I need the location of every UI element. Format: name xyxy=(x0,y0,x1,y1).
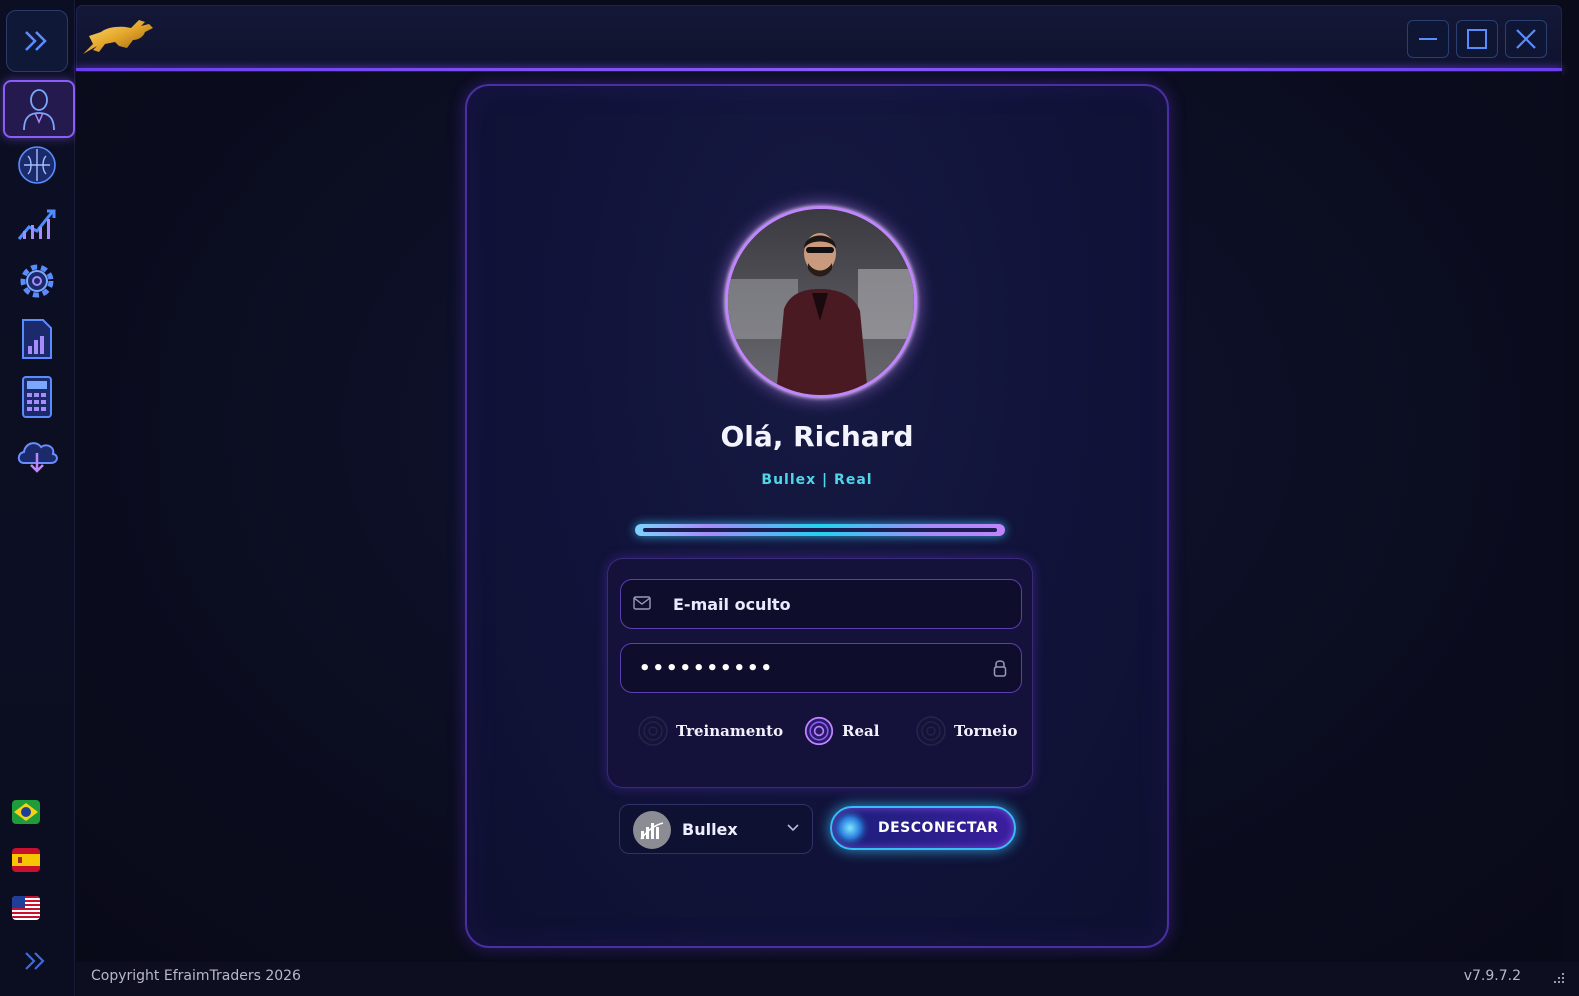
report-icon xyxy=(22,319,52,359)
sidebar-item-trading[interactable] xyxy=(3,196,71,250)
radio-unselected-icon xyxy=(916,716,946,746)
broker-dropdown[interactable]: Bullex xyxy=(619,804,813,854)
disconnect-button[interactable]: DESCONECTAR xyxy=(830,806,1016,850)
sidebar-item-cloud[interactable] xyxy=(3,428,71,482)
mail-icon xyxy=(633,596,651,610)
broker-icon xyxy=(640,822,664,840)
maximize-button[interactable] xyxy=(1456,20,1498,58)
trending-chart-icon xyxy=(17,209,56,240)
sidebar xyxy=(0,0,75,996)
sidebar-item-profile[interactable] xyxy=(3,80,75,138)
spain-flag-icon xyxy=(12,848,40,872)
sidebar-item-settings[interactable] xyxy=(3,254,71,308)
minimize-icon xyxy=(1419,38,1437,40)
language-english[interactable] xyxy=(12,896,40,920)
brazil-flag-icon xyxy=(12,800,40,824)
bull-logo-icon xyxy=(83,20,153,54)
sidebar-item-calculator[interactable] xyxy=(3,370,71,424)
progress-bar xyxy=(635,524,1005,536)
email-value: E-mail oculto xyxy=(673,594,791,614)
email-field[interactable]: E-mail oculto xyxy=(620,579,1022,629)
gear-icon xyxy=(20,264,54,298)
chevron-down-icon xyxy=(787,824,799,832)
app-logo xyxy=(79,14,159,60)
avatar xyxy=(725,206,917,398)
toggle-knob-icon xyxy=(838,816,862,840)
radio-treinamento[interactable]: Treinamento xyxy=(638,711,783,751)
status-bar: Copyright EfraimTraders 2026 v7.9.7.2 xyxy=(76,962,1579,996)
resize-grip-icon[interactable] xyxy=(1553,972,1565,984)
lock-icon xyxy=(993,660,1007,677)
version-text: v7.9.7.2 xyxy=(1463,968,1521,984)
account-info: Bullex | Real xyxy=(761,472,873,488)
sidebar-item-reports[interactable] xyxy=(3,312,71,366)
account-type-group: Treinamento Real Torneio xyxy=(608,711,1032,751)
cloud-download-icon xyxy=(17,442,58,473)
usa-flag-icon xyxy=(12,896,40,920)
radio-unselected-icon xyxy=(638,716,668,746)
language-spanish[interactable] xyxy=(12,848,40,872)
radio-label: Real xyxy=(842,722,880,740)
password-value: •••••••••• xyxy=(639,657,775,679)
brain-icon xyxy=(18,146,56,184)
profile-photo xyxy=(728,209,914,395)
double-chevron-right-icon xyxy=(25,31,47,51)
radio-label: Torneio xyxy=(954,722,1018,740)
calculator-icon xyxy=(22,376,52,418)
radio-selected-icon xyxy=(804,716,834,746)
minimize-button[interactable] xyxy=(1407,20,1449,58)
title-divider xyxy=(76,68,1562,71)
login-form: E-mail oculto •••••••••• Treinamento Rea… xyxy=(607,558,1033,788)
title-bar xyxy=(76,5,1562,70)
close-button[interactable] xyxy=(1505,20,1547,58)
close-icon xyxy=(1516,29,1536,49)
radio-torneio[interactable]: Torneio xyxy=(916,711,1018,751)
broker-selected: Bullex xyxy=(682,820,738,839)
copyright-text: Copyright EfraimTraders 2026 xyxy=(91,968,301,984)
radio-real[interactable]: Real xyxy=(804,711,879,751)
user-profile-icon xyxy=(23,89,55,131)
progress-bar-track xyxy=(643,528,997,532)
maximize-icon xyxy=(1467,29,1487,49)
broker-logo xyxy=(633,811,671,849)
password-field[interactable]: •••••••••• xyxy=(620,643,1022,693)
greeting: Olá, Richard xyxy=(720,420,914,453)
expand-sidebar-button[interactable] xyxy=(6,10,68,72)
sidebar-item-ai[interactable] xyxy=(3,138,71,192)
collapse-sidebar-button[interactable] xyxy=(22,950,52,972)
login-card: Olá, Richard Bullex | Real E-mail oculto… xyxy=(465,84,1169,948)
double-chevron-right-icon xyxy=(25,952,45,970)
disconnect-label: DESCONECTAR xyxy=(878,820,999,836)
radio-label: Treinamento xyxy=(676,722,784,740)
language-portuguese[interactable] xyxy=(12,800,40,824)
